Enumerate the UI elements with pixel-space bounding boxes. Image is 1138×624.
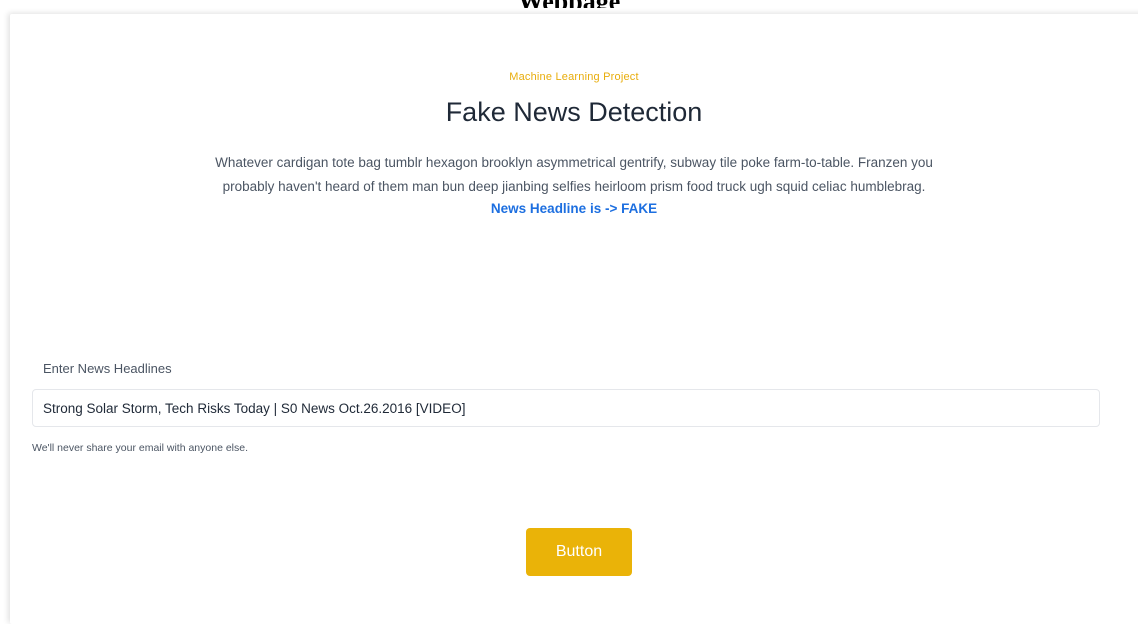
description-text: Whatever cardigan tote bag tumblr hexago… <box>215 155 933 194</box>
page-title: Fake News Detection <box>445 97 703 127</box>
main-card: Machine Learning Project Fake News Detec… <box>10 14 1138 624</box>
page-caption: Webpage <box>0 0 1138 8</box>
headline-input[interactable] <box>32 389 1100 427</box>
project-eyebrow: Machine Learning Project <box>509 71 639 83</box>
headline-label: Enter News Headlines <box>43 361 172 376</box>
help-text: We'll never share your email with anyone… <box>32 442 248 454</box>
submit-button[interactable]: Button <box>526 528 632 576</box>
prediction-result: News Headline is -> FAKE <box>490 201 658 216</box>
hero-section: Machine Learning Project Fake News Detec… <box>10 69 1138 219</box>
